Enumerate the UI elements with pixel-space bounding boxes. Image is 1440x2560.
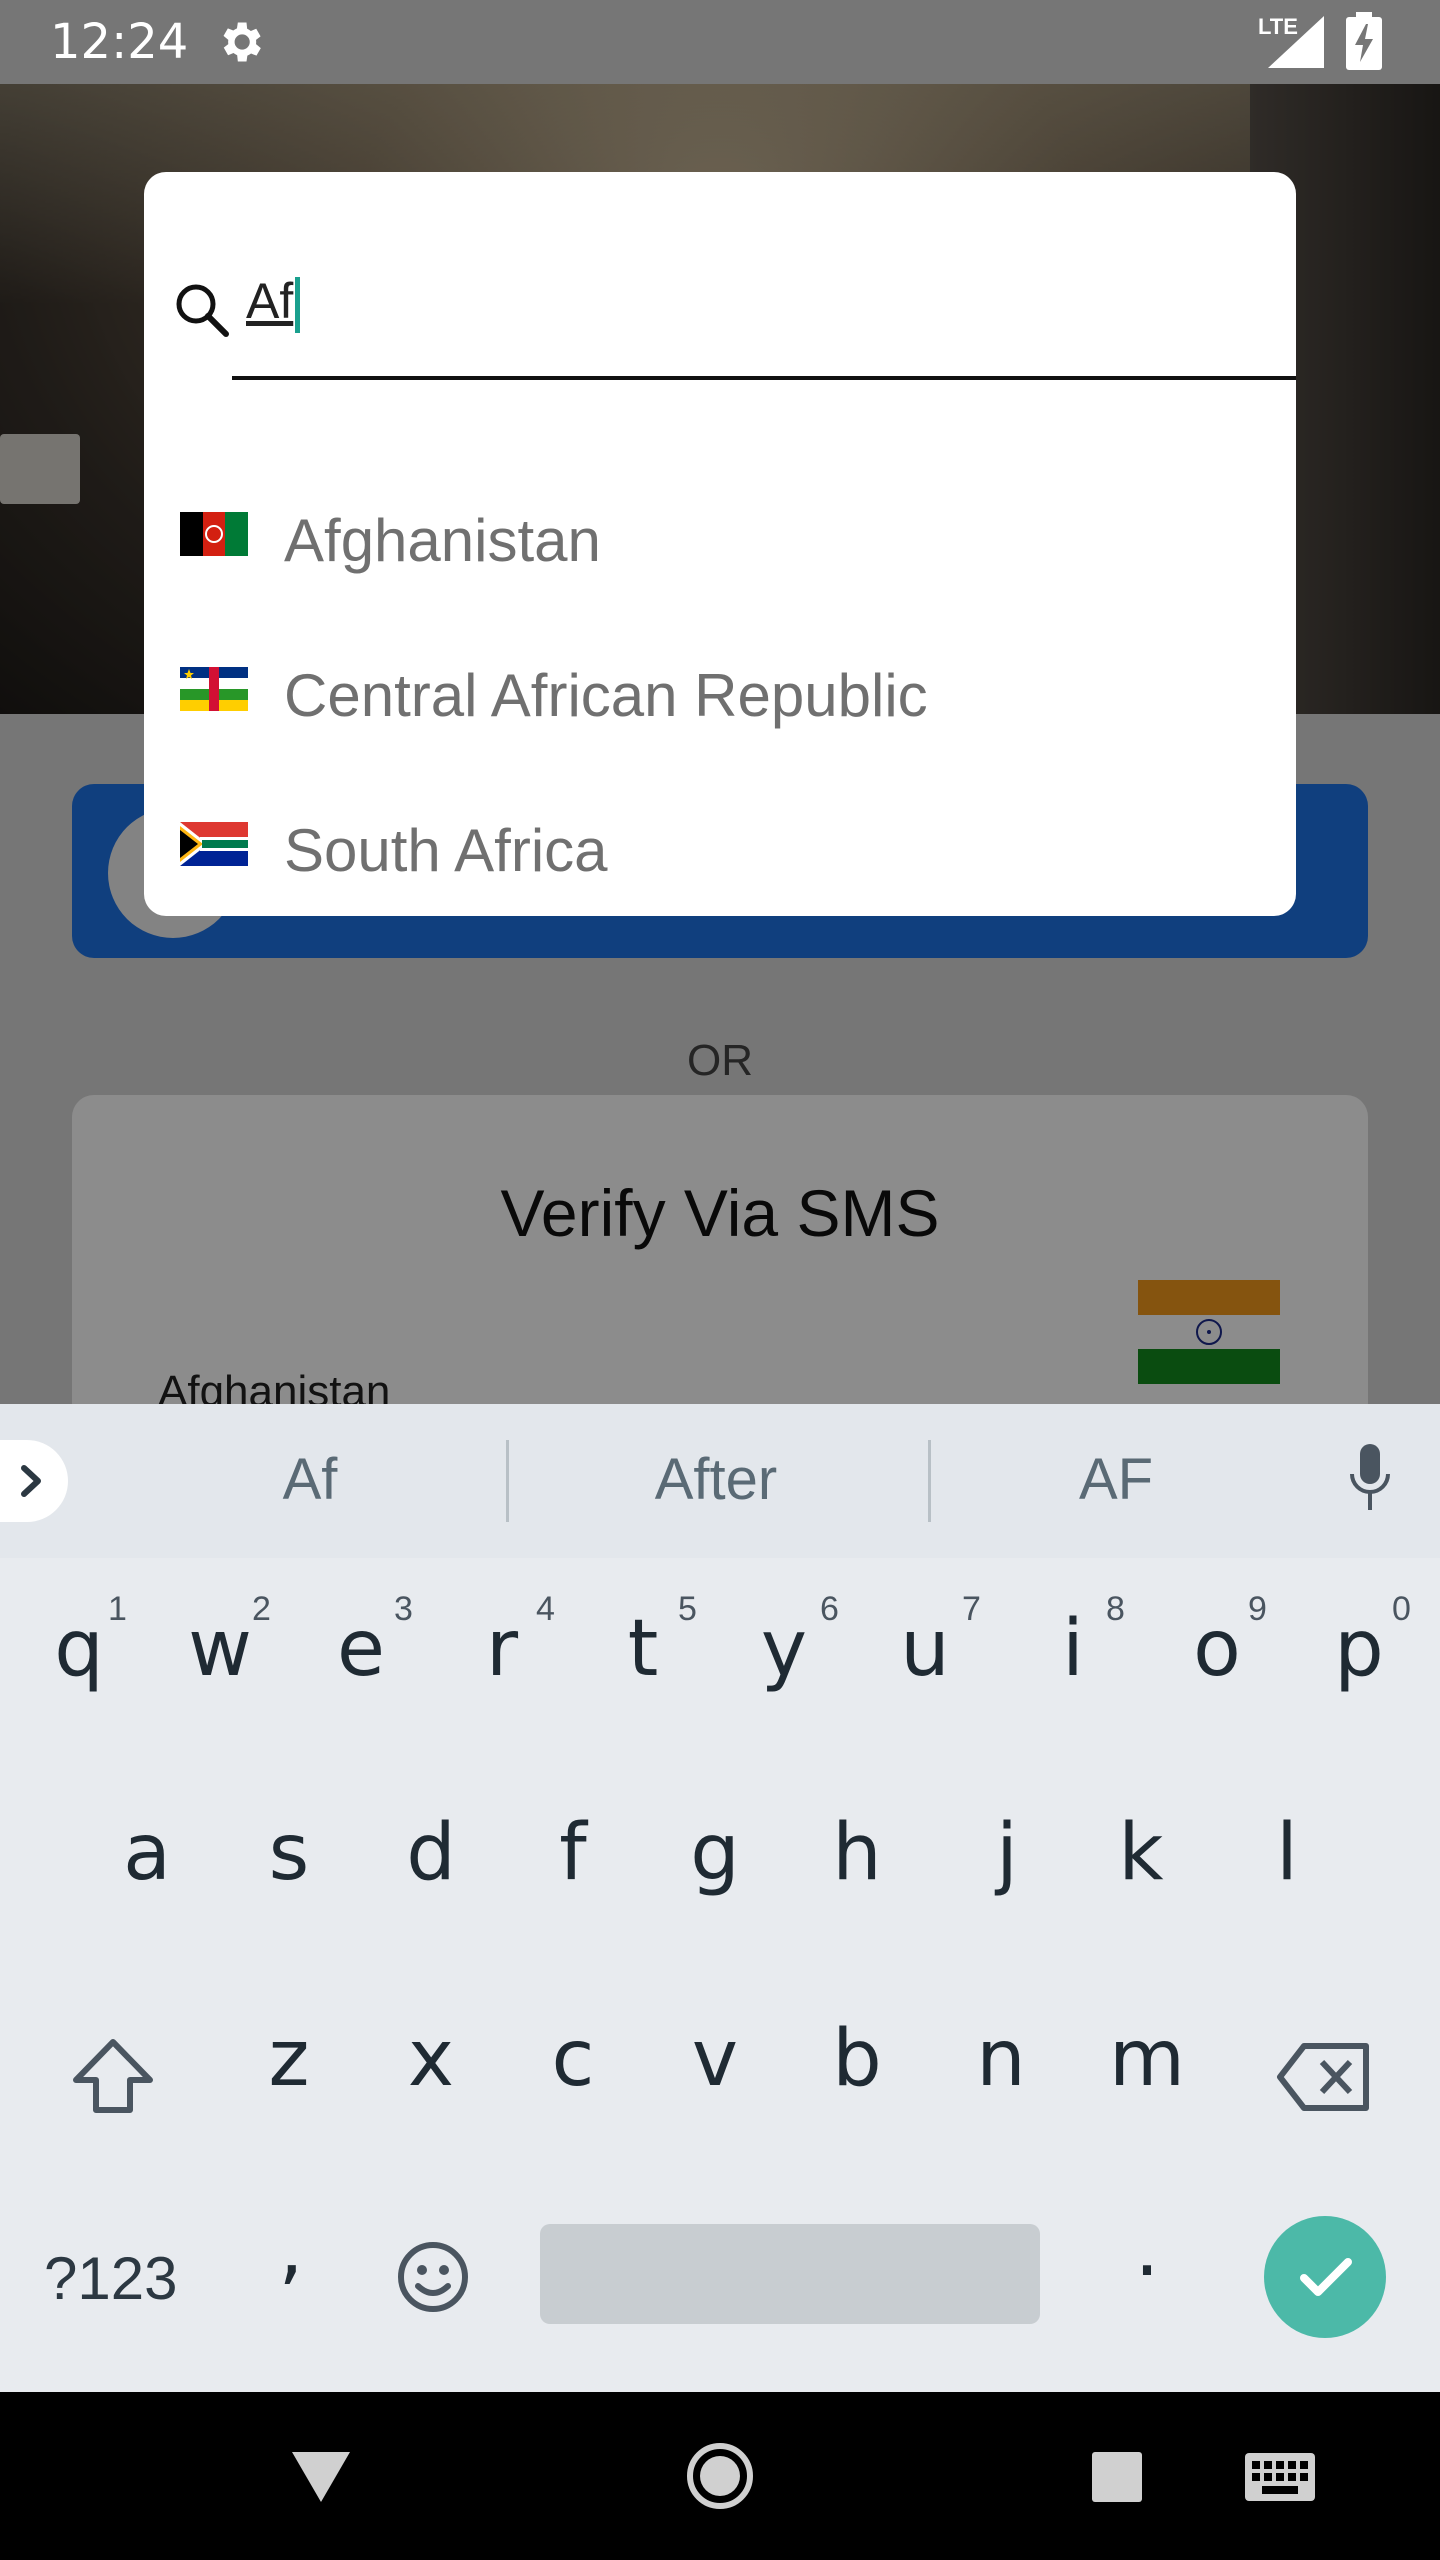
back-icon[interactable] xyxy=(290,2450,352,2504)
text-cursor xyxy=(295,276,301,333)
shift-icon[interactable] xyxy=(70,2036,156,2116)
suggestion-1[interactable]: Af xyxy=(110,1446,510,1513)
space-bar[interactable] xyxy=(540,2224,1040,2324)
search-icon xyxy=(176,284,229,337)
key-i-number: 8 xyxy=(1106,1590,1125,1628)
settings-icon xyxy=(223,22,261,62)
south-africa-flag-icon xyxy=(180,822,248,866)
key-period[interactable]: . xyxy=(1104,2204,1190,2294)
country-name: Central African Republic xyxy=(284,662,928,729)
key-t[interactable]: t xyxy=(600,1604,686,1694)
key-y-number: 6 xyxy=(820,1590,839,1628)
microphone-icon[interactable] xyxy=(1348,1444,1392,1514)
recents-icon[interactable] xyxy=(1090,2450,1144,2504)
key-i[interactable]: i xyxy=(1030,1604,1116,1694)
home-icon[interactable] xyxy=(686,2442,754,2510)
suggestion-divider xyxy=(506,1440,509,1522)
key-r[interactable]: r xyxy=(459,1604,545,1694)
key-p-number: 0 xyxy=(1392,1590,1411,1628)
signal-icon xyxy=(1268,16,1324,68)
key-z[interactable]: z xyxy=(246,2014,332,2104)
symbols-key[interactable]: ?123 xyxy=(44,2244,177,2313)
key-u[interactable]: u xyxy=(882,1604,968,1694)
key-l[interactable]: l xyxy=(1244,1808,1330,1898)
expand-toolbar-button[interactable] xyxy=(0,1440,68,1522)
key-u-number: 7 xyxy=(962,1590,981,1628)
key-h[interactable]: h xyxy=(814,1808,900,1898)
key-w[interactable]: w xyxy=(177,1604,263,1694)
suggestion-strip: Af After AF xyxy=(0,1404,1440,1558)
navigation-bar xyxy=(0,2392,1440,2560)
status-bar: 12:24 LTE xyxy=(0,0,1440,84)
emoji-icon[interactable] xyxy=(396,2240,470,2314)
country-name: Afghanistan xyxy=(284,507,601,574)
key-n[interactable]: n xyxy=(958,2014,1044,2104)
key-e[interactable]: e xyxy=(318,1604,404,1694)
key-v[interactable]: v xyxy=(672,2014,758,2104)
key-y[interactable]: y xyxy=(741,1604,827,1694)
country-picker-dialog: Af Afghanistan Central African Republic xyxy=(144,172,1296,916)
status-time: 12:24 xyxy=(50,14,189,70)
battery-icon xyxy=(1346,12,1382,70)
central-african-republic-flag-icon xyxy=(180,667,248,711)
key-t-number: 5 xyxy=(678,1590,697,1628)
keyboard-icon[interactable] xyxy=(1244,2452,1316,2502)
key-s[interactable]: s xyxy=(246,1808,332,1898)
checkmark-icon xyxy=(1300,2258,1352,2296)
key-r-number: 4 xyxy=(536,1590,555,1628)
backspace-icon[interactable] xyxy=(1276,2042,1372,2112)
key-c[interactable]: c xyxy=(530,2014,616,2104)
suggestion-3[interactable]: AF xyxy=(916,1446,1316,1513)
key-comma[interactable]: , xyxy=(248,2204,334,2294)
key-j[interactable]: j xyxy=(964,1808,1050,1898)
country-row-central-african-republic[interactable]: Central African Republic xyxy=(144,637,1296,792)
key-e-number: 3 xyxy=(394,1590,413,1628)
key-f[interactable]: f xyxy=(530,1808,616,1898)
suggestion-2[interactable]: After xyxy=(516,1446,916,1513)
search-underline xyxy=(232,376,1296,380)
key-b[interactable]: b xyxy=(814,2014,900,2104)
country-name: South Africa xyxy=(284,817,608,884)
country-search-input[interactable]: Af xyxy=(246,272,1276,344)
country-row-afghanistan[interactable]: Afghanistan xyxy=(144,482,1296,637)
key-k[interactable]: k xyxy=(1098,1808,1184,1898)
chevron-right-icon xyxy=(21,1465,41,1497)
key-a[interactable]: a xyxy=(104,1808,190,1898)
key-o-number: 9 xyxy=(1248,1590,1267,1628)
key-w-number: 2 xyxy=(252,1590,271,1628)
search-input-text: Af xyxy=(246,273,294,329)
key-p[interactable]: p xyxy=(1316,1604,1402,1694)
key-x[interactable]: x xyxy=(388,2014,474,2104)
key-q-number: 1 xyxy=(108,1590,127,1628)
soft-keyboard: Af After AF q 1 w 2 e 3 r 4 t 5 y 6 u 7 … xyxy=(0,1404,1440,2392)
key-m[interactable]: m xyxy=(1104,2014,1190,2104)
key-g[interactable]: g xyxy=(672,1808,758,1898)
key-d[interactable]: d xyxy=(388,1808,474,1898)
afghanistan-flag-icon xyxy=(180,512,248,556)
country-row-south-africa[interactable]: South Africa xyxy=(144,792,1296,916)
enter-button[interactable] xyxy=(1264,2216,1386,2338)
